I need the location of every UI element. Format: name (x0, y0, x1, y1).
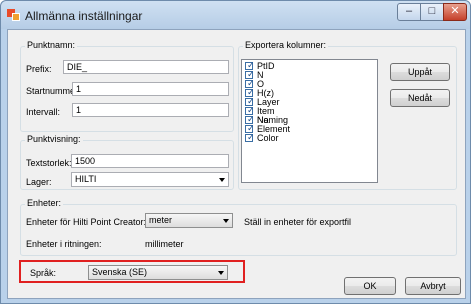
startnummer-label: Startnumme (26, 86, 76, 96)
chevron-down-icon (223, 219, 229, 223)
export-title: Exportera kolumner: (243, 40, 329, 50)
textstorlek-label: Textstorlek: (26, 158, 72, 168)
hilti-units-label: Enheter för Hilti Point Creator: (26, 217, 147, 227)
hilti-units-dropdown[interactable]: meter (145, 213, 233, 228)
dialog-body: Punktnamn: Prefix: DIE_ Startnumme 1 Int… (7, 29, 466, 299)
hilti-units-selected: meter (149, 215, 173, 225)
textstorlek-input[interactable]: 1500 (71, 154, 229, 168)
intervall-input[interactable]: 1 (72, 103, 229, 117)
lager-selected: HILTI (75, 174, 97, 184)
chevron-down-icon (219, 178, 225, 182)
drawing-units-value: millimeter (145, 239, 184, 249)
intervall-label: Intervall: (26, 107, 61, 117)
maximize-button[interactable]: □ (420, 3, 444, 21)
dialog-window: Allmänna inställningar – □ ✕ Punktnamn: … (0, 0, 471, 304)
export-columns-list[interactable]: ✓ PtID ✓ N ✓ O ✓ H(z) ✓ Layer ✓ Item No ✓ Namin… (241, 59, 378, 183)
title-bar: Allmänna inställningar – □ ✕ (1, 1, 470, 29)
enheter-title: Enheter: (25, 198, 64, 208)
move-up-button[interactable]: Uppåt (390, 63, 450, 81)
app-icon (7, 9, 21, 21)
drawing-units-label: Enheter i ritningen: (26, 239, 102, 249)
startnummer-input[interactable]: 1 (72, 82, 229, 96)
lager-label: Lager: (26, 177, 52, 187)
window-title: Allmänna inställningar (25, 9, 143, 23)
export-units-note: Ställ in enheter för exportfil (244, 217, 352, 227)
checkbox[interactable]: ✓ (245, 132, 255, 142)
close-button[interactable]: ✕ (443, 3, 467, 21)
prefix-label: Prefix: (26, 64, 52, 74)
prefix-input[interactable]: DIE_ (63, 60, 229, 74)
punktnamn-title: Punktnamn: (25, 40, 78, 50)
ok-button[interactable]: OK (344, 277, 396, 295)
lager-dropdown[interactable]: HILTI (71, 172, 229, 187)
punktvisning-title: Punktvisning: (25, 134, 83, 144)
language-highlight (19, 260, 245, 283)
minimize-button[interactable]: – (397, 3, 421, 21)
cancel-button[interactable]: Avbryt (405, 277, 461, 295)
move-down-button[interactable]: Nedåt (390, 89, 450, 107)
check-icon: ✓ (247, 132, 255, 142)
